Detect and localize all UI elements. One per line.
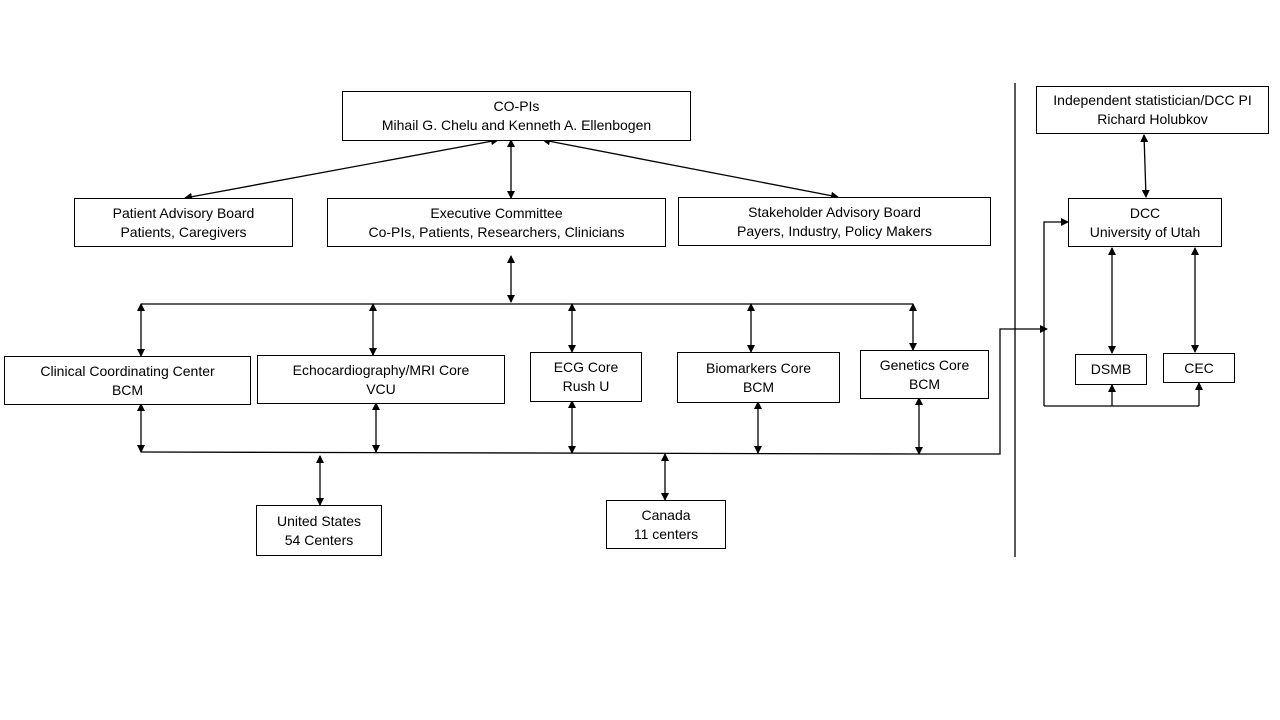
patient-board-box: Patient Advisory Board Patients, Caregiv… bbox=[74, 198, 293, 247]
us-subtitle: 54 Centers bbox=[284, 531, 354, 548]
dcc-title: DCC bbox=[1129, 204, 1161, 221]
clinical-box: Clinical Coordinating Center BCM bbox=[4, 356, 251, 405]
link-copis-stakeholder bbox=[542, 137, 839, 200]
clinical-subtitle: BCM bbox=[111, 381, 144, 398]
biomarkers-box: Biomarkers Core BCM bbox=[677, 352, 840, 403]
dcc-subtitle: University of Utah bbox=[1089, 223, 1201, 240]
us-box: United States 54 Centers bbox=[256, 505, 382, 556]
ecg-title: ECG Core bbox=[553, 359, 619, 375]
stakeholder-title: Stakeholder Advisory Board bbox=[748, 203, 921, 220]
patient-board-subtitle: Patients, Caregivers bbox=[120, 223, 247, 240]
executive-box: Executive Committee Co-PIs, Patients, Re… bbox=[327, 198, 666, 247]
genetics-title: Genetics Core bbox=[879, 356, 970, 373]
ecg-box: ECG Core Rush U bbox=[530, 352, 642, 402]
stakeholder-subtitle: Payers, Industry, Policy Makers bbox=[736, 222, 933, 239]
statistician-subtitle: Richard Holubkov bbox=[1097, 111, 1208, 127]
executive-subtitle: Co-PIs, Patients, Researchers, Clinician… bbox=[368, 223, 625, 240]
statistician-title: Independent statistician/DCC PI bbox=[1053, 92, 1252, 108]
genetics-box: Genetics Core BCM bbox=[860, 350, 989, 399]
copis-title: CO-PIs bbox=[493, 98, 540, 114]
biomarkers-subtitle: BCM bbox=[742, 378, 775, 395]
ecg-subtitle: Rush U bbox=[562, 378, 610, 394]
canada-box: Canada 11 centers bbox=[606, 500, 726, 549]
cec-title: CEC bbox=[1184, 359, 1214, 376]
link-loop-dcc bbox=[1043, 218, 1069, 406]
canada-subtitle: 11 centers bbox=[633, 525, 699, 542]
genetics-subtitle: BCM bbox=[908, 375, 941, 392]
copis-subtitle: Mihail G. Chelu and Kenneth A. Ellenboge… bbox=[381, 117, 652, 133]
echo-box: Echocardiography/MRI Core VCU bbox=[257, 355, 505, 404]
clinical-title: Clinical Coordinating Center bbox=[40, 362, 215, 379]
copis-box: CO-PIs Mihail G. Chelu and Kenneth A. El… bbox=[342, 91, 691, 141]
link-statistician-dcc bbox=[1140, 134, 1150, 198]
echo-subtitle: VCU bbox=[366, 380, 396, 397]
dcc-box: DCC University of Utah bbox=[1068, 198, 1222, 247]
us-title: United States bbox=[276, 512, 362, 529]
cec-box: CEC bbox=[1163, 353, 1235, 383]
dsmb-box: DSMB bbox=[1075, 354, 1147, 385]
statistician-box: Independent statistician/DCC PI Richard … bbox=[1036, 86, 1269, 134]
executive-title: Executive Committee bbox=[430, 204, 563, 221]
patient-board-title: Patient Advisory Board bbox=[112, 204, 255, 221]
biomarkers-title: Biomarkers Core bbox=[705, 359, 812, 376]
link-copis-patient bbox=[184, 137, 499, 201]
dsmb-title: DSMB bbox=[1090, 361, 1132, 377]
echo-title: Echocardiography/MRI Core bbox=[292, 361, 470, 378]
stakeholder-box: Stakeholder Advisory Board Payers, Indus… bbox=[678, 197, 991, 246]
canada-title: Canada bbox=[641, 506, 691, 523]
